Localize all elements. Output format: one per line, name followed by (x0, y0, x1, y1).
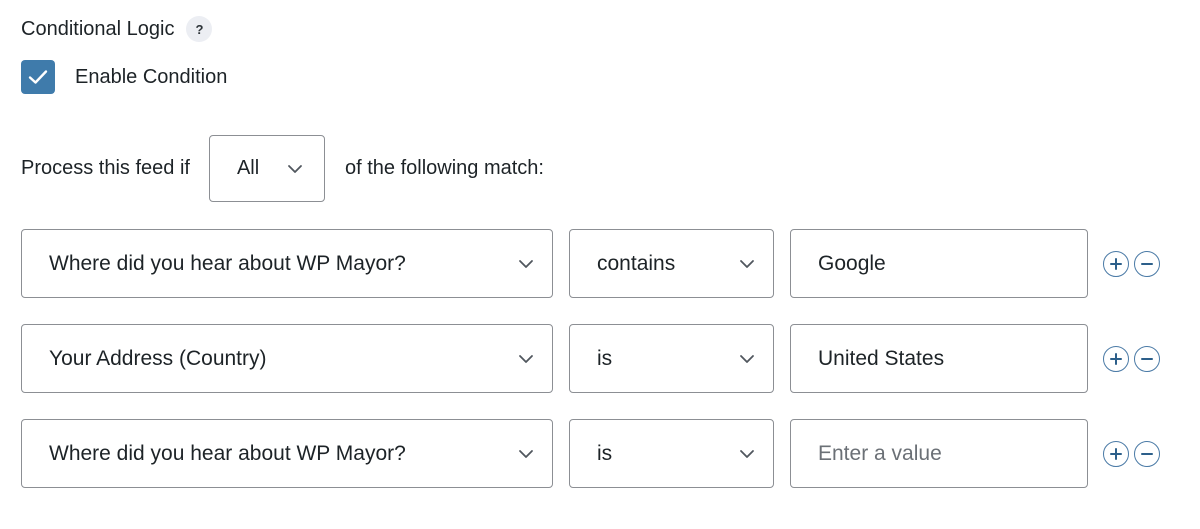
check-icon (28, 70, 48, 84)
rule-actions (1103, 251, 1165, 277)
plus-icon (1110, 258, 1122, 270)
plus-icon (1110, 448, 1122, 460)
rule-operator-select[interactable]: contains (569, 229, 774, 298)
section-title: Conditional Logic (21, 17, 175, 40)
chevron-down-icon (740, 354, 754, 363)
rule-value-input[interactable]: Enter a value (790, 419, 1088, 488)
rule-operator-value: contains (597, 251, 676, 275)
rule-field-select[interactable]: Your Address (Country) (21, 324, 553, 393)
rule-operator-value: is (597, 441, 613, 465)
rule-actions (1103, 441, 1165, 467)
plus-icon (1110, 353, 1122, 365)
rule-value-placeholder: Enter a value (818, 441, 942, 465)
minus-icon (1141, 263, 1153, 265)
rule-value-input[interactable]: United States (790, 324, 1088, 393)
rule-field-value: Your Address (Country) (49, 346, 267, 370)
rule-row: Your Address (Country) is United States (21, 324, 1181, 393)
remove-rule-button[interactable] (1134, 251, 1160, 277)
chevron-down-icon (740, 449, 754, 458)
match-type-select[interactable]: All (208, 135, 325, 202)
match-type-value: All (236, 157, 260, 179)
chevron-down-icon (519, 354, 533, 363)
rule-actions (1103, 346, 1165, 372)
rule-operator-value: is (597, 346, 613, 370)
process-suffix-text: of the following match: (344, 157, 544, 179)
rule-value-text: Google (818, 251, 886, 275)
minus-icon (1141, 358, 1153, 360)
rule-field-select[interactable]: Where did you hear about WP Mayor? (21, 229, 553, 298)
add-rule-button[interactable] (1103, 346, 1129, 372)
enable-condition-checkbox[interactable] (21, 60, 55, 94)
add-rule-button[interactable] (1103, 441, 1129, 467)
rule-row: Where did you hear about WP Mayor? is En… (21, 419, 1181, 488)
remove-rule-button[interactable] (1134, 441, 1160, 467)
rule-operator-select[interactable]: is (569, 324, 774, 393)
enable-condition-label: Enable Condition (75, 65, 228, 88)
remove-rule-button[interactable] (1134, 346, 1160, 372)
rule-field-select[interactable]: Where did you hear about WP Mayor? (21, 419, 553, 488)
help-icon[interactable]: ? (186, 16, 213, 42)
enable-condition-row: Enable Condition (21, 60, 227, 94)
chevron-down-icon (288, 164, 302, 173)
rule-operator-select[interactable]: is (569, 419, 774, 488)
chevron-down-icon (519, 259, 533, 268)
add-rule-button[interactable] (1103, 251, 1129, 277)
chevron-down-icon (740, 259, 754, 268)
chevron-down-icon (519, 449, 533, 458)
process-prefix-text: Process this feed if (21, 157, 190, 179)
rule-field-value: Where did you hear about WP Mayor? (49, 251, 406, 275)
rule-field-value: Where did you hear about WP Mayor? (49, 441, 406, 465)
rule-value-input[interactable]: Google (790, 229, 1088, 298)
rule-row: Where did you hear about WP Mayor? conta… (21, 229, 1181, 298)
rule-value-text: United States (818, 346, 945, 370)
minus-icon (1141, 453, 1153, 455)
conditional-logic-heading: Conditional Logic ? (21, 16, 213, 42)
process-feed-row: Process this feed if All of the followin… (21, 134, 544, 203)
